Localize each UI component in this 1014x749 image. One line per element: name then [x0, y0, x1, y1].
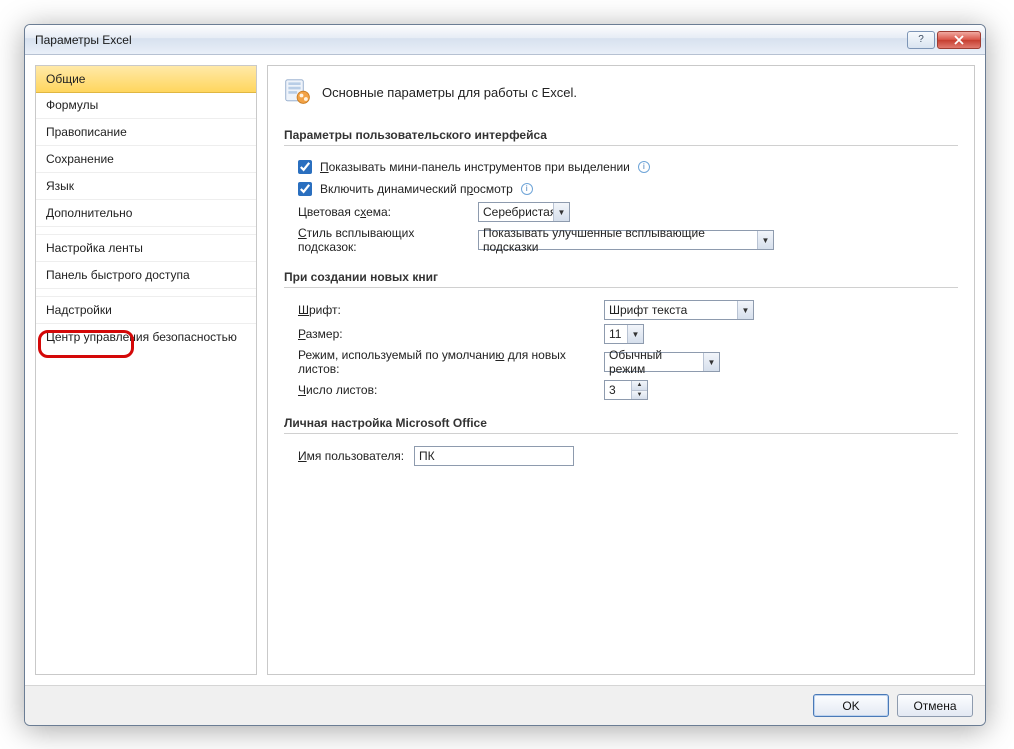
- sheet-count-spinner[interactable]: 3 ▲▼: [604, 380, 648, 400]
- sidebar-item-customize-ribbon[interactable]: Настройка ленты: [36, 235, 256, 262]
- sidebar-item-label: Общие: [46, 72, 85, 86]
- sidebar-item-label: Панель быстрого доступа: [46, 268, 190, 282]
- show-mini-toolbar-label: ППоказывать мини-панель инструментов при…: [320, 160, 630, 174]
- option-username: Имя пользователя: ПК: [284, 444, 958, 468]
- page-title: Основные параметры для работы с Excel.: [322, 85, 577, 100]
- sidebar-item-advanced[interactable]: Дополнительно: [36, 200, 256, 227]
- screentip-style-label: Стиль всплывающих подсказок:: [298, 226, 472, 254]
- color-scheme-label: Цветовая схема:: [298, 205, 472, 219]
- option-live-preview: Включить динамический просмотр i: [284, 178, 958, 200]
- sidebar-item-save[interactable]: Сохранение: [36, 146, 256, 173]
- option-screentip-style: Стиль всплывающих подсказок: Показывать …: [284, 224, 958, 256]
- option-color-scheme: Цветовая схема: Серебристая ▼: [284, 200, 958, 224]
- page-header: Основные параметры для работы с Excel.: [284, 78, 958, 106]
- titlebar[interactable]: Параметры Excel ?: [25, 25, 985, 55]
- default-view-select[interactable]: Обычный режим ▼: [604, 352, 720, 372]
- live-preview-checkbox[interactable]: [298, 182, 312, 196]
- sidebar-item-proofing[interactable]: Правописание: [36, 119, 256, 146]
- screentip-style-value: Показывать улучшенные всплывающие подска…: [483, 226, 755, 254]
- chevron-down-icon: ▼: [553, 203, 569, 221]
- screentip-style-select[interactable]: Показывать улучшенные всплывающие подска…: [478, 230, 774, 250]
- chevron-down-icon: ▼: [757, 231, 773, 249]
- font-size-value: 11: [609, 327, 621, 341]
- chevron-down-icon: ▼: [703, 353, 719, 371]
- spin-down-icon[interactable]: ▼: [632, 391, 647, 400]
- sidebar-item-label: Правописание: [46, 125, 127, 139]
- option-show-mini-toolbar: ППоказывать мини-панель инструментов при…: [284, 156, 958, 178]
- category-sidebar: Общие Формулы Правописание Сохранение Яз…: [35, 65, 257, 675]
- sheet-count-label: Число листов:: [298, 383, 598, 397]
- sidebar-item-general[interactable]: Общие: [35, 65, 257, 93]
- sidebar-item-label: Надстройки: [46, 303, 112, 317]
- sidebar-item-label: Сохранение: [46, 152, 114, 166]
- sidebar-item-label: Настройка ленты: [46, 241, 143, 255]
- window-title: Параметры Excel: [35, 33, 905, 47]
- section-heading-personalize: Личная настройка Microsoft Office: [284, 412, 958, 434]
- option-font-size: Размер: 11 ▼: [284, 322, 958, 346]
- help-button[interactable]: ?: [907, 31, 935, 49]
- option-sheet-count: Число листов: 3 ▲▼: [284, 378, 958, 402]
- info-icon[interactable]: i: [521, 183, 533, 195]
- color-scheme-select[interactable]: Серебристая ▼: [478, 202, 570, 222]
- dialog-footer: OK Отмена: [25, 685, 985, 725]
- excel-options-dialog: Параметры Excel ? Общие Формулы Правопис…: [24, 24, 986, 726]
- sidebar-item-label: Центр управления безопасностью: [46, 330, 237, 344]
- options-icon: [284, 78, 312, 106]
- close-icon: [954, 35, 964, 45]
- font-size-label: Размер:: [298, 327, 598, 341]
- close-button[interactable]: [937, 31, 981, 49]
- sidebar-item-addins[interactable]: Надстройки: [36, 297, 256, 324]
- ok-button[interactable]: OK: [813, 694, 889, 717]
- cancel-button[interactable]: Отмена: [897, 694, 973, 717]
- sidebar-separator: [36, 289, 256, 297]
- username-value: ПК: [419, 449, 435, 463]
- show-mini-toolbar-checkbox[interactable]: [298, 160, 312, 174]
- username-input[interactable]: ПК: [414, 446, 574, 466]
- font-size-select[interactable]: 11 ▼: [604, 324, 644, 344]
- spin-up-icon[interactable]: ▲: [632, 381, 647, 391]
- sidebar-item-quick-access[interactable]: Панель быстрого доступа: [36, 262, 256, 289]
- font-value: Шрифт текста: [609, 303, 687, 317]
- dialog-body: Общие Формулы Правописание Сохранение Яз…: [25, 55, 985, 685]
- option-font: Шрифт: Шрифт текста ▼: [284, 298, 958, 322]
- live-preview-label: Включить динамический просмотр: [320, 182, 513, 196]
- chevron-down-icon: ▼: [737, 301, 753, 319]
- font-select[interactable]: Шрифт текста ▼: [604, 300, 754, 320]
- sidebar-item-label: Формулы: [46, 98, 98, 112]
- username-label: Имя пользователя:: [298, 449, 408, 463]
- sidebar-separator: [36, 227, 256, 235]
- sidebar-item-label: Дополнительно: [46, 206, 132, 220]
- section-heading-ui: Параметры пользовательского интерфейса: [284, 124, 958, 146]
- ok-button-label: OK: [842, 699, 859, 713]
- options-main-panel: Основные параметры для работы с Excel. П…: [267, 65, 975, 675]
- sidebar-item-language[interactable]: Язык: [36, 173, 256, 200]
- default-view-value: Обычный режим: [609, 348, 701, 376]
- sidebar-item-label: Язык: [46, 179, 74, 193]
- font-label: Шрифт:: [298, 303, 598, 317]
- default-view-label: Режим, используемый по умолчанию для нов…: [298, 348, 598, 376]
- sheet-count-value: 3: [609, 383, 616, 397]
- color-scheme-value: Серебристая: [483, 205, 556, 219]
- sidebar-item-trust-center[interactable]: Центр управления безопасностью: [36, 324, 256, 350]
- chevron-down-icon: ▼: [627, 325, 643, 343]
- sidebar-item-formulas[interactable]: Формулы: [36, 92, 256, 119]
- cancel-button-label: Отмена: [913, 699, 956, 713]
- section-heading-newbooks: При создании новых книг: [284, 266, 958, 288]
- info-icon[interactable]: i: [638, 161, 650, 173]
- option-default-view: Режим, используемый по умолчанию для нов…: [284, 346, 958, 378]
